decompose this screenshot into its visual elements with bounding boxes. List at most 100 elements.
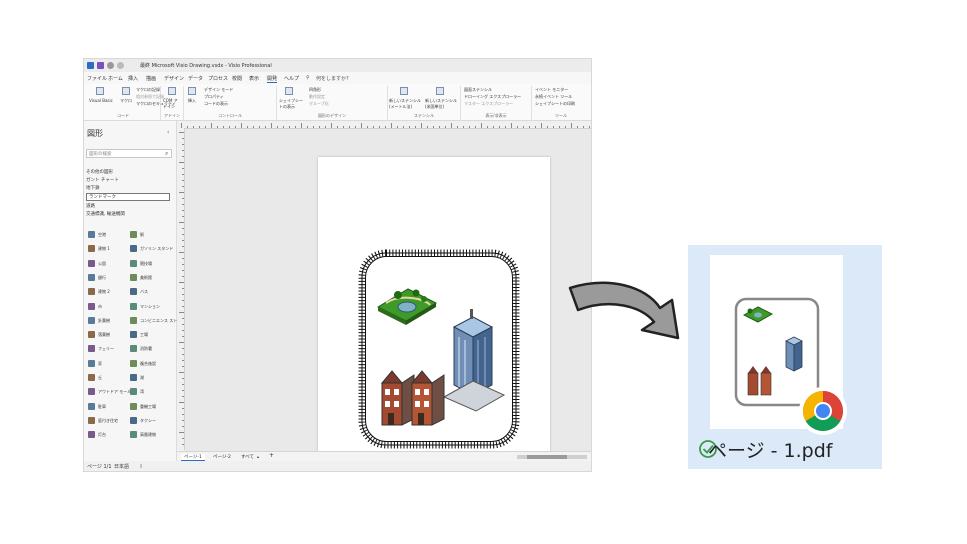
menu-review[interactable]: 校閲 [232, 75, 242, 82]
drawing-canvas[interactable] [185, 129, 591, 457]
event-monitor-button[interactable]: イベント モニター [535, 87, 568, 93]
shape-thumbnail-icon [130, 288, 137, 296]
menu-data[interactable]: データ [188, 75, 203, 82]
ruler-tick [409, 126, 410, 128]
group-label-addin: アドイン [164, 113, 180, 118]
relative-ref-button[interactable]: 相対参照で記録 [136, 94, 164, 100]
ribbon-group-show: 図面ステンシル ドローイング エクスプローラー マスター エクスプローラー 表示… [461, 86, 532, 120]
search-icon[interactable]: ⚲ [306, 75, 310, 81]
status-page[interactable]: ページ 1/1 [87, 463, 112, 470]
master-explorer-checkbox[interactable]: マスター エクスプローラー [464, 101, 513, 107]
ruler-tick [253, 126, 254, 128]
insert-control-button[interactable]: 挿入 [188, 98, 196, 104]
tab-all[interactable]: すべて [241, 454, 254, 460]
shape-thumbnail-icon [130, 245, 137, 253]
shape-thumbnail-icon [88, 288, 95, 296]
stencil-landmark[interactable]: ランドマーク [86, 193, 170, 201]
add-page-button[interactable]: + [269, 452, 274, 459]
ruler-tick [529, 126, 530, 128]
view-code-button[interactable]: コードの表示 [204, 101, 228, 107]
ruler-tick [179, 222, 184, 223]
more-shapes-link[interactable]: その他の図形 [86, 169, 113, 175]
ribbon-group-stencil: 新しいステンシル (メートル法) 新しいステンシル (米国単位) ステンシル [388, 86, 461, 120]
ruler-tick [583, 126, 584, 128]
ruler-tick [523, 126, 524, 128]
group-label-tools: ツール [555, 113, 567, 118]
shape-thumbnail-icon [88, 302, 95, 310]
new-stencil-us-icon [436, 87, 444, 95]
tab-page-1[interactable]: ページ-1 [181, 454, 205, 461]
menu-insert[interactable]: 挿入 [128, 75, 138, 82]
tab-menu-icon[interactable]: ▴ [257, 454, 259, 459]
shape-item-label: 工場 [140, 332, 148, 338]
macro-button[interactable]: マクロ [120, 98, 132, 104]
menu-help[interactable]: ヘルプ [284, 75, 299, 82]
ruler-tick [182, 156, 184, 157]
scrollbar-thumb[interactable] [527, 455, 567, 459]
ruler-tick [349, 126, 350, 128]
shapesheet-icon [285, 87, 293, 95]
stencil-traffic[interactable]: 交通標識, 輸送機関 [86, 211, 125, 217]
ruler-tick [577, 126, 578, 128]
menu-draw[interactable]: 描画 [146, 75, 156, 82]
ruler-tick [182, 150, 184, 151]
search-icon[interactable]: ⌕ [165, 150, 168, 158]
record-macro-button[interactable]: マクロの記録 [136, 87, 160, 93]
accessibility-icon[interactable]: ▯ [140, 463, 142, 468]
undo-icon[interactable] [107, 62, 114, 69]
ruler-tick [373, 126, 374, 128]
menu-bar: ファイル ホーム 挿入 描画 デザイン データ プロセス 校閲 表示 開発 ヘル… [84, 72, 591, 84]
stencil-subway[interactable]: 地下鉄 [86, 185, 100, 191]
ruler-tick [469, 126, 470, 128]
ribbon-group-controls: 挿入 デザイン モード プロパティ コードの表示 コントロール [184, 86, 277, 120]
new-stencil-metric-button[interactable]: 新しいステンシル (メートル法) [389, 98, 423, 110]
shape-item-label: 湖 [140, 375, 144, 380]
tab-page-2[interactable]: ページ-2 [213, 454, 231, 460]
ruler-tick [451, 123, 452, 128]
houses-shape [380, 370, 445, 426]
group-shape-button[interactable]: グループ化 [309, 101, 329, 107]
doc-stencil-checkbox[interactable]: 図面ステンシル [464, 87, 492, 93]
design-mode-button[interactable]: デザイン モード [204, 87, 233, 93]
menu-developer[interactable]: 開発 [267, 75, 278, 83]
tell-me-search[interactable]: 何をしますか? [316, 75, 349, 82]
ruler-tick [355, 126, 356, 128]
properties-button[interactable]: プロパティ [204, 94, 224, 100]
event-tool-button[interactable]: 永続イベント ツール [535, 94, 572, 100]
ribbon-group-addin: COM アドイン アドイン [161, 86, 184, 120]
ruler-tick [283, 126, 284, 128]
menu-process[interactable]: プロセス [208, 75, 228, 82]
shape-search-input[interactable]: 図形の検索 ⌕ [86, 149, 172, 158]
redo-icon[interactable] [117, 62, 124, 69]
window-title: 最終 Microsoft Visio Drawing.vsdx - Visio … [140, 63, 272, 69]
com-addin-button[interactable]: COM アドイン [163, 98, 181, 110]
ruler-tick [265, 126, 266, 128]
drawing-page[interactable] [318, 157, 550, 457]
status-language[interactable]: 日本語 [114, 463, 129, 470]
stencil-gantt[interactable]: ガント チャート [86, 177, 119, 183]
ruler-tick [179, 282, 184, 283]
shape-thumbnail-icon [88, 245, 95, 253]
visual-basic-button[interactable]: Visual Basic [89, 98, 113, 103]
shape-thumbnail-icon [88, 316, 95, 324]
horizontal-scrollbar[interactable] [517, 455, 587, 459]
menu-home[interactable]: ホーム [108, 75, 123, 82]
shapesheet-button[interactable]: シェイプシートの表示 [279, 98, 305, 110]
behavior-button[interactable]: 動作設定 [309, 94, 325, 100]
pdf-filename[interactable]: ページ - 1.pdf [708, 436, 833, 463]
save-icon[interactable] [97, 62, 104, 69]
menu-view[interactable]: 表示 [249, 75, 259, 82]
new-stencil-us-button[interactable]: 新しいステンシル (米国単位) [425, 98, 459, 110]
ribbon-group-tools: イベント モニター 永続イベント ツール シェイプシートの印刷 ツール [532, 86, 590, 120]
menu-design[interactable]: デザイン [164, 75, 184, 82]
ruler-tick [247, 126, 248, 128]
ruler-tick [589, 126, 590, 128]
ruler-tick [182, 198, 184, 199]
stencil-road[interactable]: 道路 [86, 203, 95, 209]
drawing-explorer-checkbox[interactable]: ドローイング エクスプローラー [464, 94, 521, 100]
menu-file[interactable]: ファイル [87, 75, 107, 82]
ruler-tick [457, 126, 458, 128]
rectangle-button[interactable]: 四角形 [309, 87, 321, 93]
collapse-pane-icon[interactable]: ‹ [167, 129, 169, 136]
shapesheet-print-button[interactable]: シェイプシートの印刷 [535, 101, 575, 107]
